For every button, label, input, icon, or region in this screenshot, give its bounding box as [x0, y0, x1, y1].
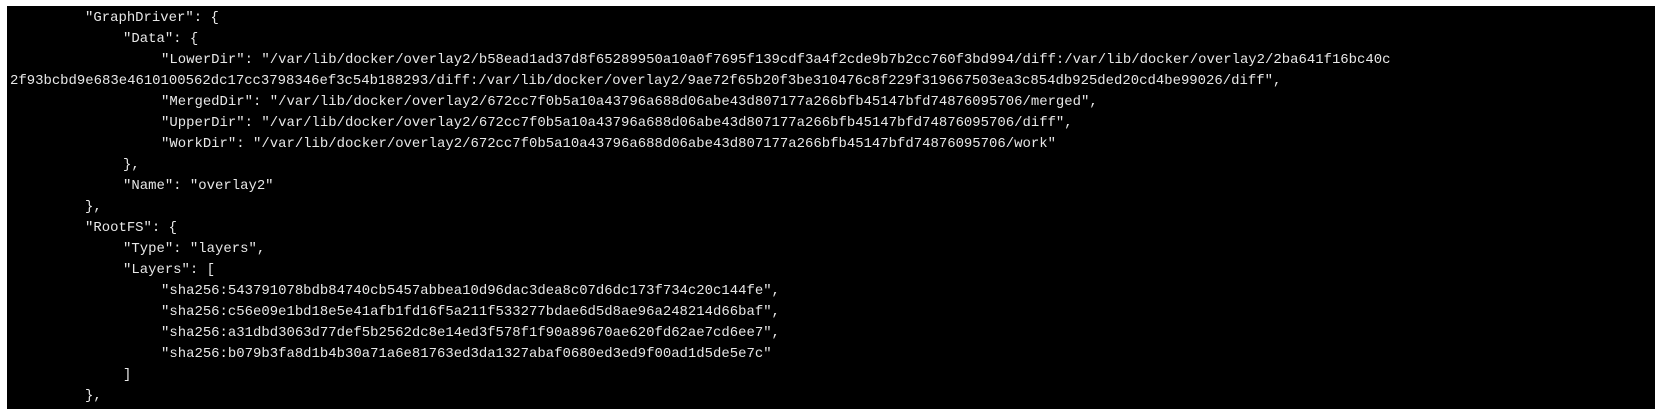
terminal-line: "WorkDir": "/var/lib/docker/overlay2/672… — [161, 136, 1056, 152]
terminal-line: }, — [123, 157, 140, 173]
terminal-line: "Data": { — [123, 31, 199, 47]
terminal-line: "LowerDir": "/var/lib/docker/overlay2/b5… — [161, 52, 1391, 68]
terminal-line: 2f93bcbd9e683e4610100562dc17cc3798346ef3… — [10, 73, 1282, 89]
terminal-line: "Type": "layers", — [123, 241, 266, 257]
terminal-output: "GraphDriver": { "Data": { "LowerDir": "/v… — [7, 6, 1655, 409]
terminal-line: "GraphDriver": { — [85, 10, 219, 26]
terminal-line: ] — [123, 367, 132, 383]
terminal-line: }, — [85, 388, 102, 404]
terminal-line: "Name": "overlay2" — [123, 178, 274, 194]
terminal-line: "sha256:543791078bdb84740cb5457abbea10d9… — [161, 283, 780, 299]
terminal-line: "Layers": [ — [123, 262, 216, 278]
terminal-line: "MergedDir": "/var/lib/docker/overlay2/6… — [161, 94, 1098, 110]
terminal-line: "RootFS": { — [85, 220, 178, 236]
terminal-line: }, — [85, 199, 102, 215]
terminal-line: "UpperDir": "/var/lib/docker/overlay2/67… — [161, 115, 1073, 131]
terminal-line: "sha256:b079b3fa8d1b4b30a71a6e81763ed3da… — [161, 346, 772, 362]
terminal-line: "sha256:c56e09e1bd18e5e41afb1fd16f5a211f… — [161, 304, 780, 320]
terminal-line: "sha256:a31dbd3063d77def5b2562dc8e14ed3f… — [161, 325, 780, 341]
